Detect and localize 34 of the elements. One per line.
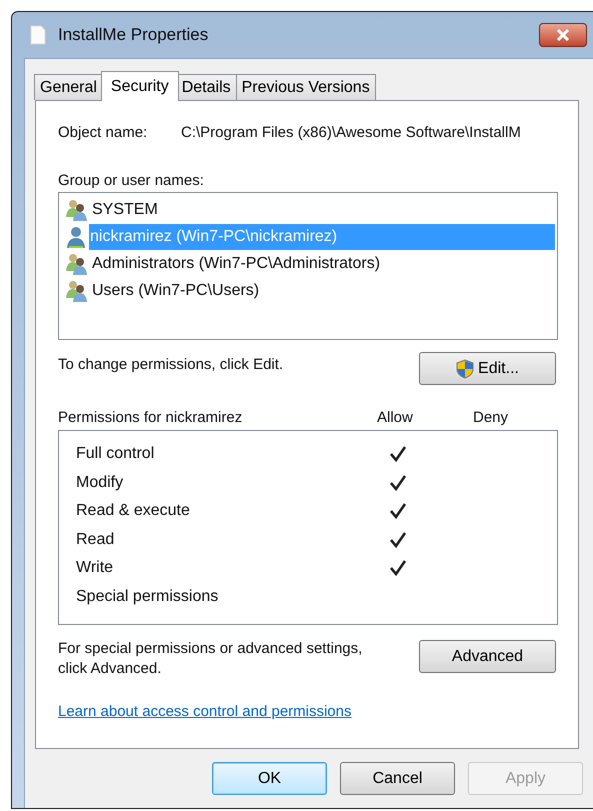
user-icon [65, 224, 87, 248]
file-icon [30, 25, 46, 45]
tab[interactable]: Previous Versions [236, 74, 376, 100]
users-icon [65, 198, 89, 222]
tab[interactable]: Security [100, 71, 179, 101]
user-list-item[interactable]: Administrators (Win7-PC\Administrators) [65, 250, 555, 277]
close-button[interactable] [539, 23, 587, 47]
window-title: InstallMe Properties [58, 24, 208, 46]
shield-icon [456, 358, 474, 378]
permission-name: Read & execute [76, 501, 191, 522]
advanced-button[interactable]: Advanced [419, 640, 556, 673]
permission-name: Modify [76, 472, 124, 493]
users-icon [65, 278, 89, 302]
dialog-button[interactable]: OK [212, 762, 327, 795]
user-list-item[interactable]: SYSTEM [65, 196, 555, 223]
advanced-hint: For special permissions or advanced settings, click Advanced. [58, 639, 364, 679]
object-name-value: C:\Program Files (x86)\Awesome Software\InstallM [181, 123, 521, 142]
permission-name: Full control [76, 444, 156, 464]
permission-name: Read [76, 530, 116, 550]
edit-button[interactable]: Edit... [419, 352, 556, 385]
permissions-label: Permissions for nickramirez [58, 408, 244, 427]
user-list-item[interactable]: Users (Win7-PC\Users) [65, 277, 555, 304]
close-icon [555, 29, 571, 41]
permission-name: Write [76, 558, 114, 578]
column-header: Deny [473, 408, 508, 427]
dialog-button[interactable]: Cancel [340, 762, 455, 795]
tab[interactable]: General [34, 74, 103, 100]
column-header: Allow [377, 408, 414, 427]
users-icon [65, 252, 89, 276]
edit-hint: To change permissions, click Edit. [58, 355, 284, 375]
group-list-label: Group or user names: [58, 171, 205, 189]
object-name-label: Object name: [58, 123, 148, 142]
help-link[interactable]: Learn about access control and permissions [58, 701, 352, 724]
permission-name: Special permissions [76, 586, 220, 607]
